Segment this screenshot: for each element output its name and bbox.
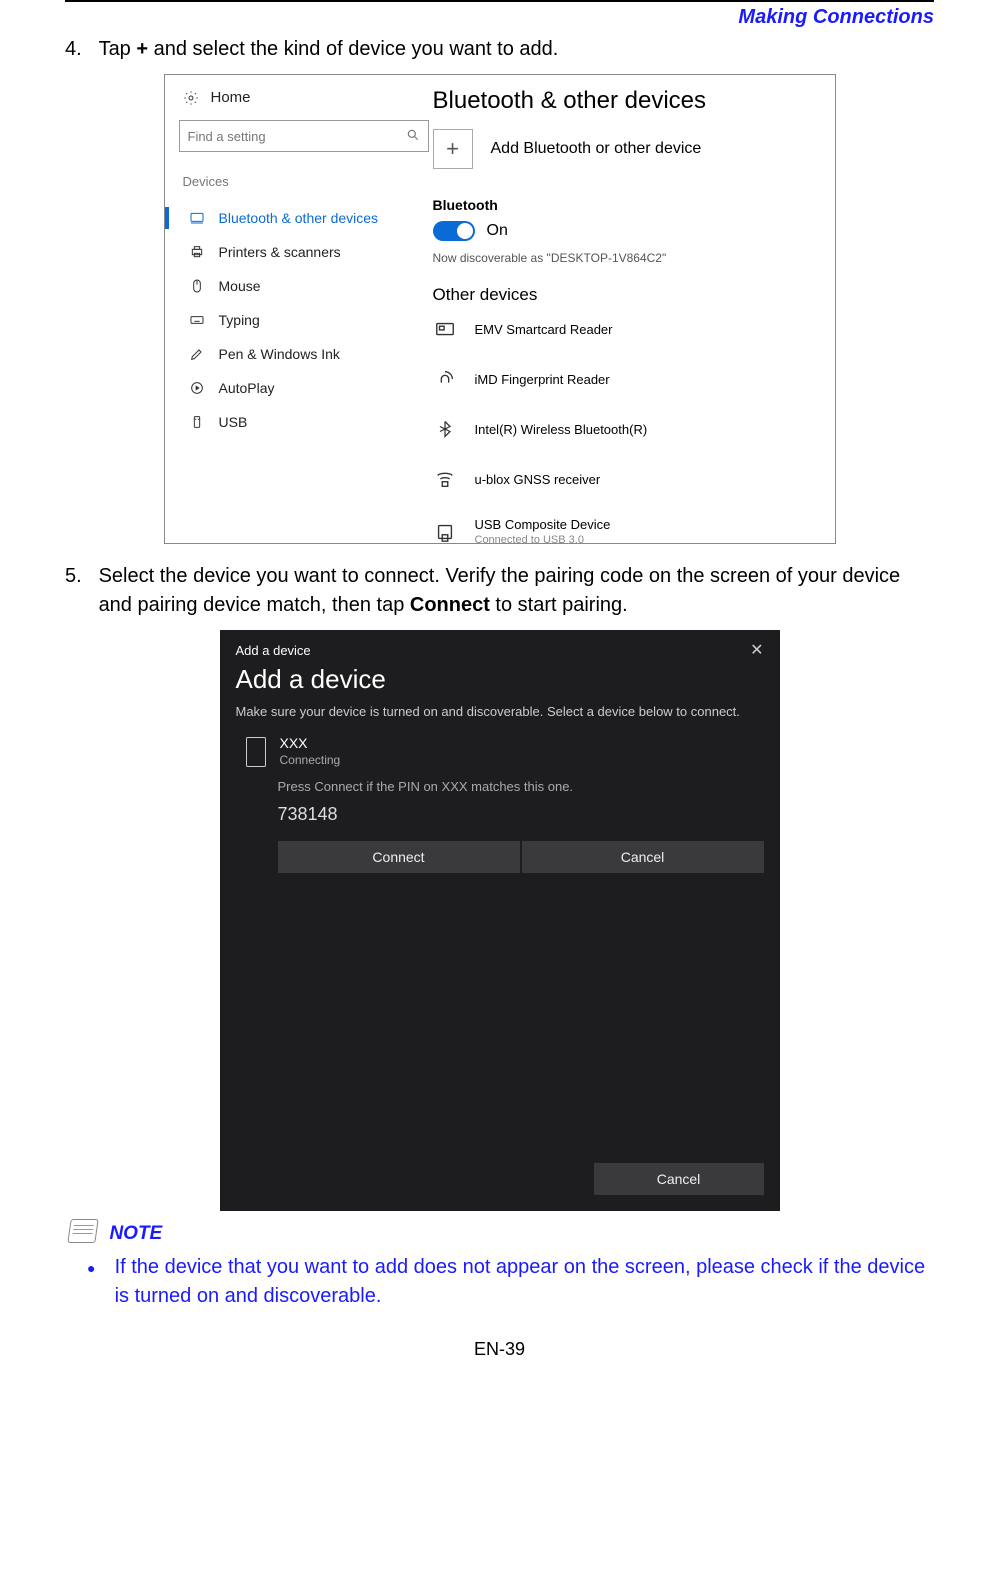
bluetooth-heading: Bluetooth bbox=[433, 197, 819, 213]
home-icon bbox=[183, 90, 199, 106]
add-device-button[interactable]: + Add Bluetooth or other device bbox=[433, 129, 819, 169]
note-label: NOTE bbox=[109, 1223, 162, 1244]
smartcard-icon bbox=[433, 317, 457, 341]
bluetooth-devices-icon bbox=[189, 210, 205, 226]
dialog-caption: Add a device bbox=[236, 643, 311, 658]
discoverable-text: Now discoverable as "DESKTOP-1V864C2" bbox=[433, 251, 819, 265]
sidebar-item-mouse[interactable]: Mouse bbox=[179, 269, 419, 303]
pairing-device-status: Connecting bbox=[280, 753, 341, 767]
section-devices: Devices bbox=[183, 174, 419, 189]
device-name: EMV Smartcard Reader bbox=[475, 322, 613, 337]
sidebar-item-typing[interactable]: Typing bbox=[179, 303, 419, 337]
page-number: EN-39 bbox=[65, 1339, 934, 1360]
note-icon bbox=[65, 1217, 101, 1245]
step-5-post: to start pairing. bbox=[490, 594, 628, 616]
device-name: iMD Fingerprint Reader bbox=[475, 372, 610, 387]
sidebar-item-usb[interactable]: USB bbox=[179, 405, 419, 439]
phone-icon bbox=[246, 737, 266, 767]
device-row[interactable]: EMV Smartcard Reader bbox=[433, 317, 819, 341]
sidebar-item-bluetooth[interactable]: Bluetooth & other devices bbox=[179, 201, 419, 235]
footer-cancel-button[interactable]: Cancel bbox=[594, 1163, 764, 1195]
sidebar-item-printers[interactable]: Printers & scanners bbox=[179, 235, 419, 269]
bluetooth-state: On bbox=[487, 222, 508, 240]
cancel-button[interactable]: Cancel bbox=[522, 841, 764, 873]
step-5: 5. Select the device you want to connect… bbox=[65, 562, 934, 620]
device-row[interactable]: USB Composite Device Connected to USB 3.… bbox=[433, 517, 819, 546]
step-4-pre: Tap bbox=[99, 38, 137, 60]
search-placeholder: Find a setting bbox=[188, 129, 266, 144]
usb-device-icon bbox=[433, 520, 457, 544]
settings-screenshot: Home Find a setting Devices Bluetooth & … bbox=[164, 74, 836, 544]
settings-home-label: Home bbox=[211, 89, 251, 106]
step-4-num: 4. bbox=[65, 35, 93, 64]
panel-title: Bluetooth & other devices bbox=[433, 87, 819, 115]
sidebar-item-label: Mouse bbox=[219, 278, 261, 294]
step-5-bold: Connect bbox=[410, 594, 490, 616]
sidebar-item-autoplay[interactable]: AutoPlay bbox=[179, 371, 419, 405]
gnss-icon bbox=[433, 467, 457, 491]
connect-button[interactable]: Connect bbox=[278, 841, 520, 873]
fingerprint-icon bbox=[433, 367, 457, 391]
sidebar-item-label: Typing bbox=[219, 312, 260, 328]
step-4-post: and select the kind of device you want t… bbox=[148, 38, 558, 60]
device-row[interactable]: iMD Fingerprint Reader bbox=[433, 367, 819, 391]
search-input[interactable]: Find a setting bbox=[179, 120, 429, 152]
add-device-dialog: Add a device ✕ Add a device Make sure yo… bbox=[220, 630, 780, 1211]
pairing-device-name: XXX bbox=[280, 735, 341, 751]
step-4-plus: + bbox=[136, 38, 148, 60]
sidebar-item-label: Bluetooth & other devices bbox=[219, 210, 379, 226]
other-devices-heading: Other devices bbox=[433, 285, 819, 305]
usb-icon bbox=[189, 414, 205, 430]
bluetooth-toggle[interactable] bbox=[433, 221, 475, 241]
device-name: Intel(R) Wireless Bluetooth(R) bbox=[475, 422, 648, 437]
pin-message: Press Connect if the PIN on XXX matches … bbox=[220, 779, 780, 794]
plus-icon: + bbox=[433, 129, 473, 169]
page-header: Making Connections bbox=[65, 6, 934, 29]
note-text: If the device that you want to add does … bbox=[115, 1253, 932, 1311]
step-5-num: 5. bbox=[65, 562, 93, 591]
note-bullet: ● If the device that you want to add doe… bbox=[87, 1253, 934, 1311]
pen-icon bbox=[189, 346, 205, 362]
pairing-device[interactable]: XXX Connecting bbox=[220, 735, 780, 773]
sidebar-item-label: Printers & scanners bbox=[219, 244, 341, 260]
sidebar-item-label: USB bbox=[219, 414, 248, 430]
bullet-icon: ● bbox=[87, 1258, 109, 1278]
bluetooth-icon bbox=[433, 417, 457, 441]
mouse-icon bbox=[189, 278, 205, 294]
add-device-label: Add Bluetooth or other device bbox=[491, 140, 702, 158]
search-icon bbox=[406, 128, 420, 145]
sidebar-item-pen[interactable]: Pen & Windows Ink bbox=[179, 337, 419, 371]
close-icon[interactable]: ✕ bbox=[750, 640, 763, 660]
device-name: u-blox GNSS receiver bbox=[475, 472, 601, 487]
settings-home[interactable]: Home bbox=[183, 89, 419, 106]
device-sub: Connected to USB 3.0 bbox=[475, 534, 611, 546]
device-name: USB Composite Device bbox=[475, 517, 611, 532]
keyboard-icon bbox=[189, 312, 205, 328]
dialog-description: Make sure your device is turned on and d… bbox=[220, 703, 780, 735]
pin-code: 738148 bbox=[220, 794, 780, 841]
step-4: 4. Tap + and select the kind of device y… bbox=[65, 35, 934, 64]
device-row[interactable]: Intel(R) Wireless Bluetooth(R) bbox=[433, 417, 819, 441]
sidebar-item-label: AutoPlay bbox=[219, 380, 275, 396]
printer-icon bbox=[189, 244, 205, 260]
sidebar-item-label: Pen & Windows Ink bbox=[219, 346, 340, 362]
device-row[interactable]: u-blox GNSS receiver bbox=[433, 467, 819, 491]
dialog-title: Add a device bbox=[220, 664, 780, 703]
autoplay-icon bbox=[189, 380, 205, 396]
